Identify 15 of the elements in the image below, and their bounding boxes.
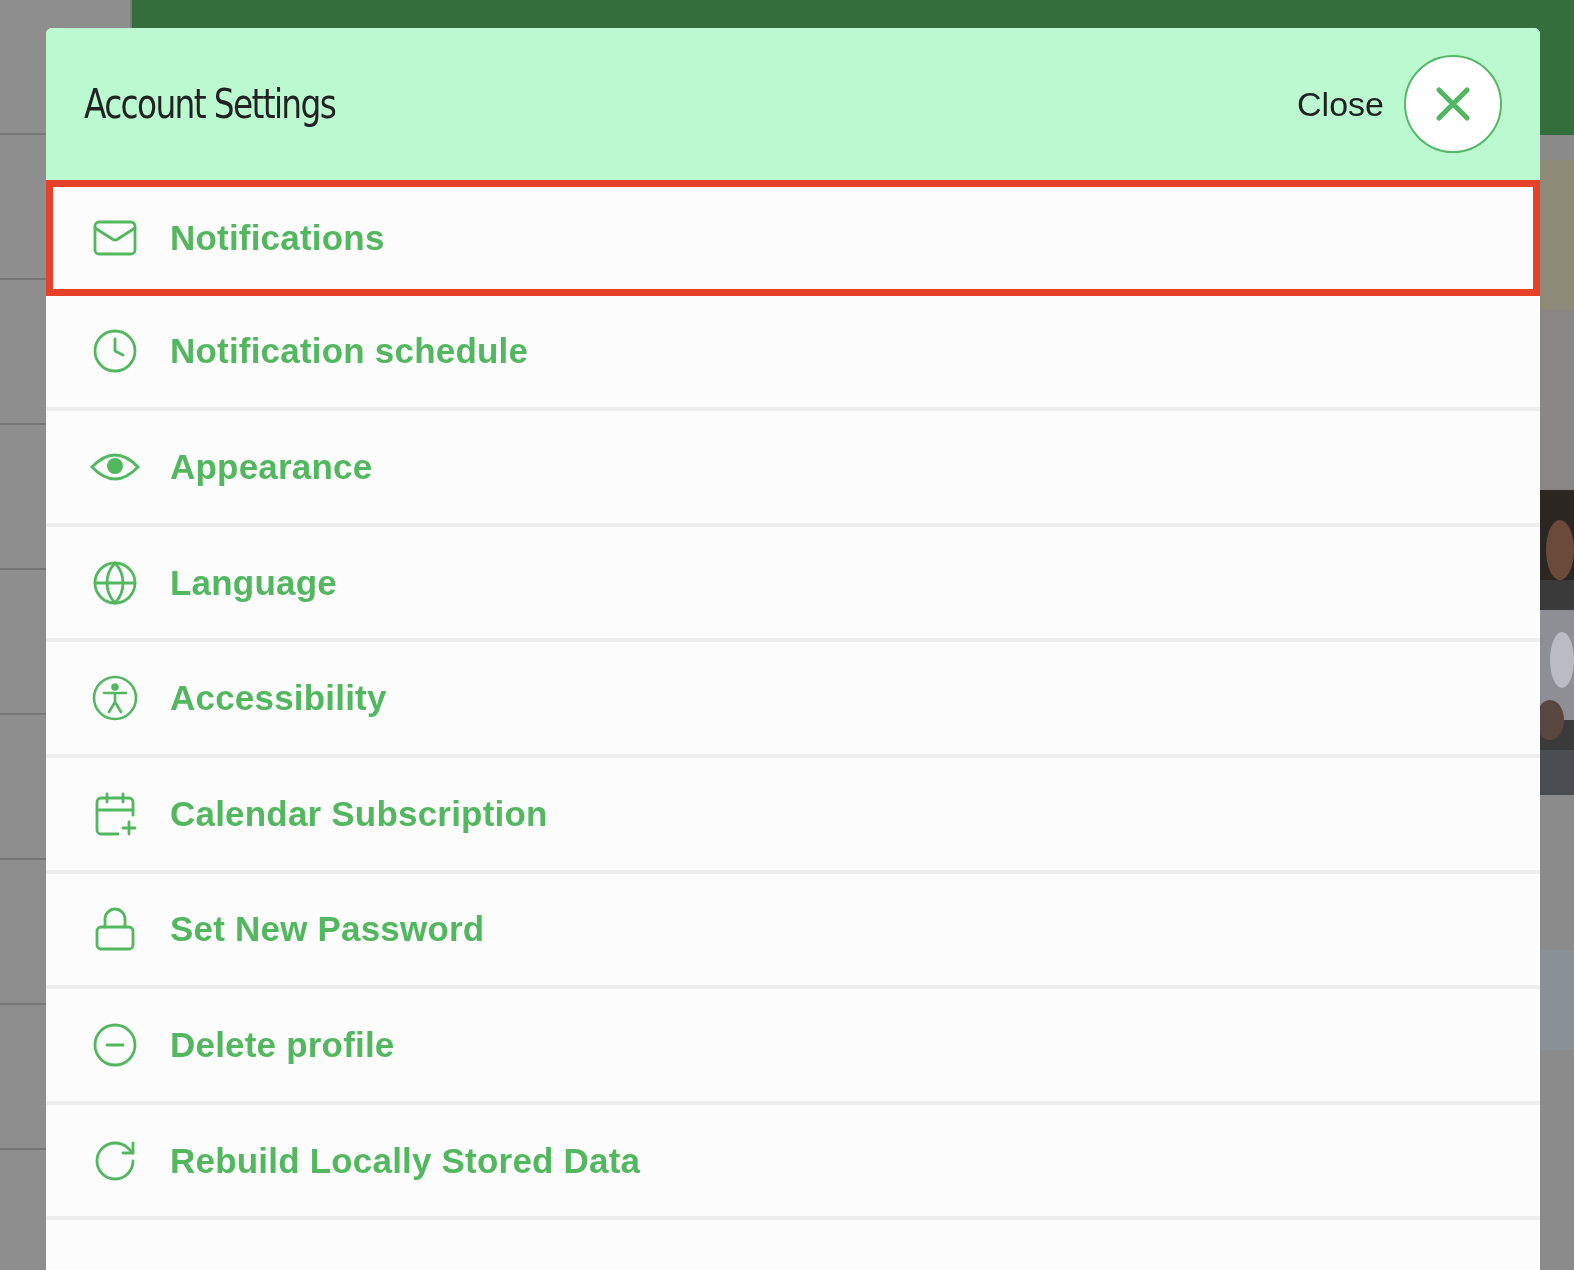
- menu-item-label: Notifications: [170, 217, 385, 258]
- close-icon: [1435, 86, 1471, 122]
- dialog-title: Account Settings: [84, 81, 337, 127]
- accessibility-icon: [92, 675, 138, 722]
- menu-item-label: Set New Password: [170, 909, 485, 950]
- menu-item-label: Delete profile: [170, 1024, 395, 1065]
- close-label: Close: [1297, 84, 1384, 124]
- settings-menu-item[interactable]: Notifications: [46, 180, 1540, 296]
- menu-item-label: Appearance: [170, 447, 373, 487]
- menu-item-label: Language: [170, 562, 337, 603]
- eye-icon: [90, 451, 140, 483]
- menu-item-label: Rebuild Locally Stored Data: [170, 1140, 641, 1181]
- menu-item-label: Accessibility: [170, 678, 387, 719]
- menu-item-label: Notification schedule: [170, 331, 529, 372]
- menu-item-label: Calendar Subscription: [170, 793, 548, 834]
